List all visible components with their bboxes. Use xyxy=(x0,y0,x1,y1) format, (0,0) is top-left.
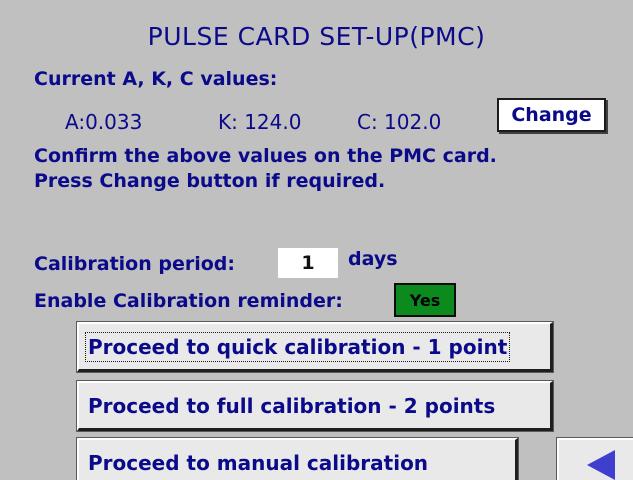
k-value: K: 124.0 xyxy=(218,110,302,134)
manual-calibration-button[interactable]: Proceed to manual calibration xyxy=(76,437,519,480)
a-value: A:0.033 xyxy=(65,110,143,134)
change-button[interactable]: Change xyxy=(497,98,606,132)
c-value: C: 102.0 xyxy=(357,110,442,134)
quick-calibration-button[interactable]: Proceed to quick calibration - 1 point xyxy=(76,321,554,373)
pulse-card-setup-screen: PULSE CARD SET-UP(PMC) Current A, K, C v… xyxy=(0,0,633,480)
instruction-line-2: Press Change button if required. xyxy=(34,170,386,192)
calibration-reminder-toggle[interactable]: Yes xyxy=(394,283,456,317)
full-calibration-button[interactable]: Proceed to full calibration - 2 points xyxy=(76,380,554,432)
instruction-line-1: Confirm the above values on the PMC card… xyxy=(34,145,497,167)
calibration-period-unit: days xyxy=(348,248,398,270)
current-values-heading: Current A, K, C values: xyxy=(34,68,278,90)
back-button[interactable] xyxy=(556,437,633,480)
calibration-reminder-label: Enable Calibration reminder: xyxy=(34,290,343,312)
manual-calibration-label: Proceed to manual calibration xyxy=(88,450,429,475)
full-calibration-label: Proceed to full calibration - 2 points xyxy=(88,393,496,418)
left-arrow-icon xyxy=(587,450,615,480)
quick-calibration-label: Proceed to quick calibration - 1 point xyxy=(85,331,511,362)
calibration-period-field[interactable]: 1 xyxy=(278,248,338,278)
calibration-period-label: Calibration period: xyxy=(34,253,235,275)
page-title: PULSE CARD SET-UP(PMC) xyxy=(147,22,486,51)
